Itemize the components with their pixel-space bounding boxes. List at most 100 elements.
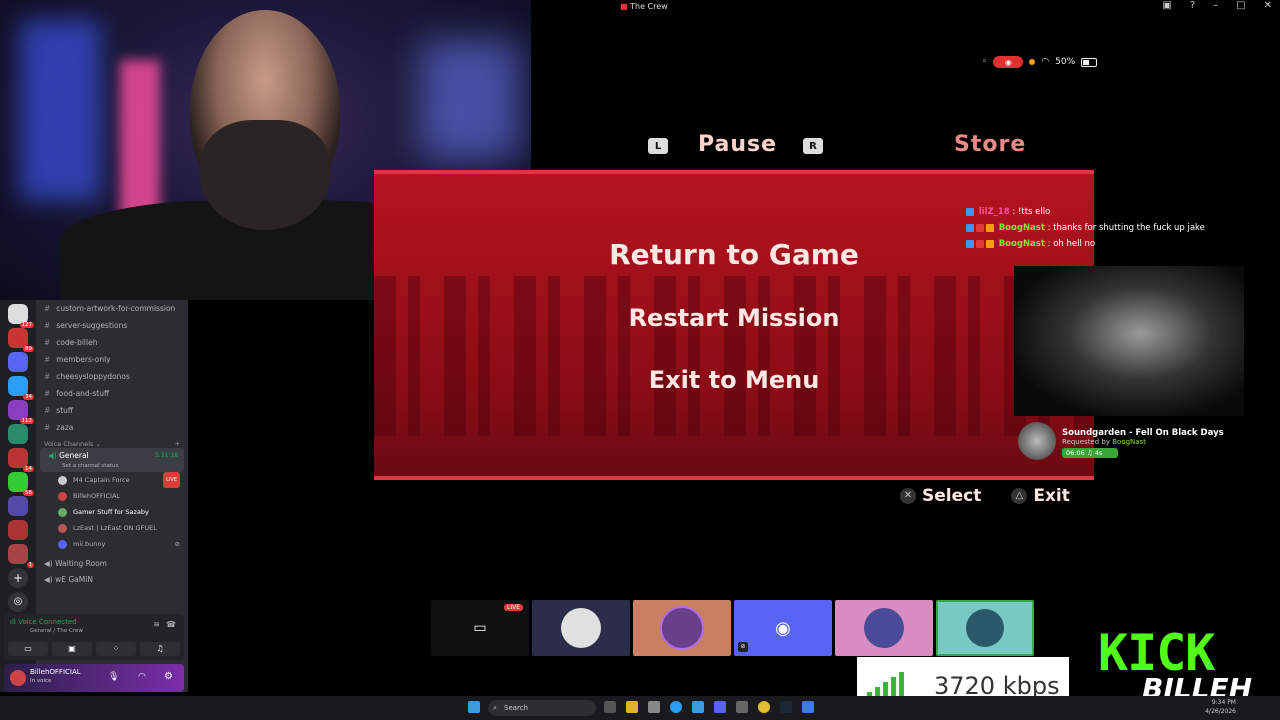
server-icon[interactable] xyxy=(8,496,28,516)
app-icon[interactable] xyxy=(692,701,704,713)
store-icon[interactable] xyxy=(648,701,660,713)
voice-member[interactable]: BillehOFFICIAL xyxy=(36,488,188,504)
channel-item[interactable]: # zaza xyxy=(36,419,188,436)
avatar xyxy=(58,475,67,485)
channel-item[interactable]: # food-and-stuff xyxy=(36,385,188,402)
voice-member[interactable]: LzEast | LzEast ON GFUEL xyxy=(36,520,188,536)
chat-text: thanks for shutting the fuck up jake xyxy=(1053,223,1205,233)
l-shoulder-button-icon[interactable]: L xyxy=(648,138,668,154)
member-name: M4 Captain Force xyxy=(73,476,130,484)
monitor-icon: ▭ xyxy=(473,620,487,636)
activities-button[interactable]: ⁘ xyxy=(96,642,136,656)
camera-button[interactable]: ▭ xyxy=(8,642,48,656)
tile-avatar-3[interactable] xyxy=(835,600,933,656)
tile-avatar-4[interactable] xyxy=(936,600,1034,656)
clock-time: 9:34 PM xyxy=(1211,699,1236,706)
server-icon[interactable]: 58 xyxy=(8,472,34,496)
badge-icon xyxy=(986,239,994,248)
file-explorer-icon[interactable] xyxy=(626,701,638,713)
avatar[interactable] xyxy=(10,670,26,686)
voice-connected-status[interactable]: ıll Voice Connected xyxy=(10,618,77,626)
task-view-icon[interactable] xyxy=(604,701,616,713)
mute-icon: ◦ xyxy=(982,57,988,67)
voice-member[interactable]: M4 Captain Force LIVE xyxy=(36,472,188,488)
server-icon[interactable]: 127 xyxy=(8,304,34,328)
voice-channel-we-gamin[interactable]: ◀) wE GaMiN xyxy=(36,572,188,588)
select-label: Select xyxy=(922,486,982,506)
steam-icon[interactable] xyxy=(780,701,792,713)
feedback-icon[interactable]: ▣ xyxy=(1162,0,1171,11)
channel-item[interactable]: # members-only xyxy=(36,351,188,368)
edge-icon[interactable] xyxy=(670,701,682,713)
speaker-icon: ◀) xyxy=(48,451,57,460)
badge-icon xyxy=(966,223,974,232)
voice-member[interactable]: mii.bunny ⊘ xyxy=(36,536,188,552)
noise-suppression-icon[interactable]: ≋ xyxy=(153,620,160,629)
server-icon[interactable] xyxy=(8,520,28,540)
menu-exit-to-menu[interactable]: Exit to Menu xyxy=(374,366,1094,394)
screen-share-button[interactable]: ▣ xyxy=(52,642,92,656)
screen-share-icon: ⊘ xyxy=(738,642,748,652)
gear-icon[interactable]: ⚙ xyxy=(164,671,173,682)
disconnect-icon[interactable]: ☎ xyxy=(166,620,176,629)
badge-icon xyxy=(976,223,984,232)
tile-avatar-1[interactable] xyxy=(532,600,630,656)
channel-item[interactable]: # stuff xyxy=(36,402,188,419)
app-icon[interactable] xyxy=(802,701,814,713)
tile-discord[interactable]: ◉ ⊘ xyxy=(734,600,832,656)
song-thumbnail xyxy=(1018,422,1056,460)
microphone-icon[interactable]: 🎙︎ xyxy=(108,672,119,682)
live-badge: LIVE xyxy=(163,472,180,488)
voice-channel-general[interactable]: ◀) General 5:31:18 Set a channel status xyxy=(40,448,184,472)
add-server-icon[interactable]: + xyxy=(8,568,28,588)
hash-icon: # xyxy=(44,389,51,398)
channel-item[interactable]: # code-billeh xyxy=(36,334,188,351)
hash-icon: # xyxy=(44,406,51,415)
close-button[interactable]: ✕ xyxy=(1264,0,1272,11)
r-shoulder-button-icon[interactable]: R xyxy=(803,138,823,154)
username[interactable]: BillehOFFICIAL xyxy=(30,668,81,676)
exit-hint[interactable]: △ Exit xyxy=(1011,486,1070,506)
taskbar-search[interactable]: ⌕ Search xyxy=(488,700,596,716)
chrome-icon[interactable] xyxy=(758,701,770,713)
server-icon[interactable]: 34 xyxy=(8,376,34,400)
discover-icon[interactable]: ◎ xyxy=(8,592,28,612)
channel-item[interactable]: # cheesysloppydonos xyxy=(36,368,188,385)
tab-pause[interactable]: Pause xyxy=(698,132,777,157)
taskbar-clock[interactable]: 9:34 PM 4/26/2026 xyxy=(1205,698,1236,716)
server-icon[interactable]: 112 xyxy=(8,400,34,424)
maximize-button[interactable]: □ xyxy=(1236,0,1245,11)
voice-channel-waiting-room[interactable]: ◀) Waiting Room xyxy=(36,556,188,572)
windows-start-icon[interactable] xyxy=(468,701,480,713)
voice-member[interactable]: Gamer Stuff for Sazaby xyxy=(36,504,188,520)
server-icon[interactable] xyxy=(8,424,28,444)
select-hint[interactable]: ✕ Select xyxy=(900,486,981,506)
requested-by: Requested by BoogNast xyxy=(1062,438,1224,446)
discord-icon[interactable] xyxy=(714,701,726,713)
channel-item[interactable]: # server-suggestions xyxy=(36,317,188,334)
tile-avatar-2[interactable] xyxy=(633,600,731,656)
channel-status[interactable]: Set a channel status xyxy=(48,461,184,472)
server-icon[interactable]: 1 xyxy=(8,544,34,568)
soundboard-button[interactable]: ♫ xyxy=(140,642,180,656)
cross-button-icon: ✕ xyxy=(900,488,916,504)
battery-percent: 50% xyxy=(1055,57,1076,67)
server-icon[interactable]: 89 xyxy=(8,328,34,352)
chat-message: lilZ_18 : !tts ello xyxy=(966,204,1205,220)
tile-screen[interactable]: ▭ LIVE xyxy=(431,600,529,656)
server-icon[interactable]: 14 xyxy=(8,448,34,472)
help-icon[interactable]: ? xyxy=(1190,0,1195,11)
server-icon[interactable] xyxy=(8,352,28,372)
member-name: BillehOFFICIAL xyxy=(73,492,121,500)
chat-message: BoogNast : oh hell no xyxy=(966,236,1205,252)
add-channel-icon[interactable]: + xyxy=(175,440,180,448)
channel-item[interactable]: # custom-artwork-for-commission xyxy=(36,300,188,317)
record-indicator[interactable]: ◉ xyxy=(993,56,1024,68)
menu-restart-mission[interactable]: Restart Mission xyxy=(374,304,1094,332)
game-tab-bar: L Pause R Store xyxy=(531,130,1094,164)
headphones-icon[interactable]: ◠ xyxy=(138,672,146,682)
app-icon[interactable] xyxy=(736,701,748,713)
minimize-button[interactable]: – xyxy=(1213,0,1218,11)
tab-store[interactable]: Store xyxy=(954,132,1026,157)
voice-section-header[interactable]: Voice Channels ⌄ + xyxy=(36,440,188,448)
